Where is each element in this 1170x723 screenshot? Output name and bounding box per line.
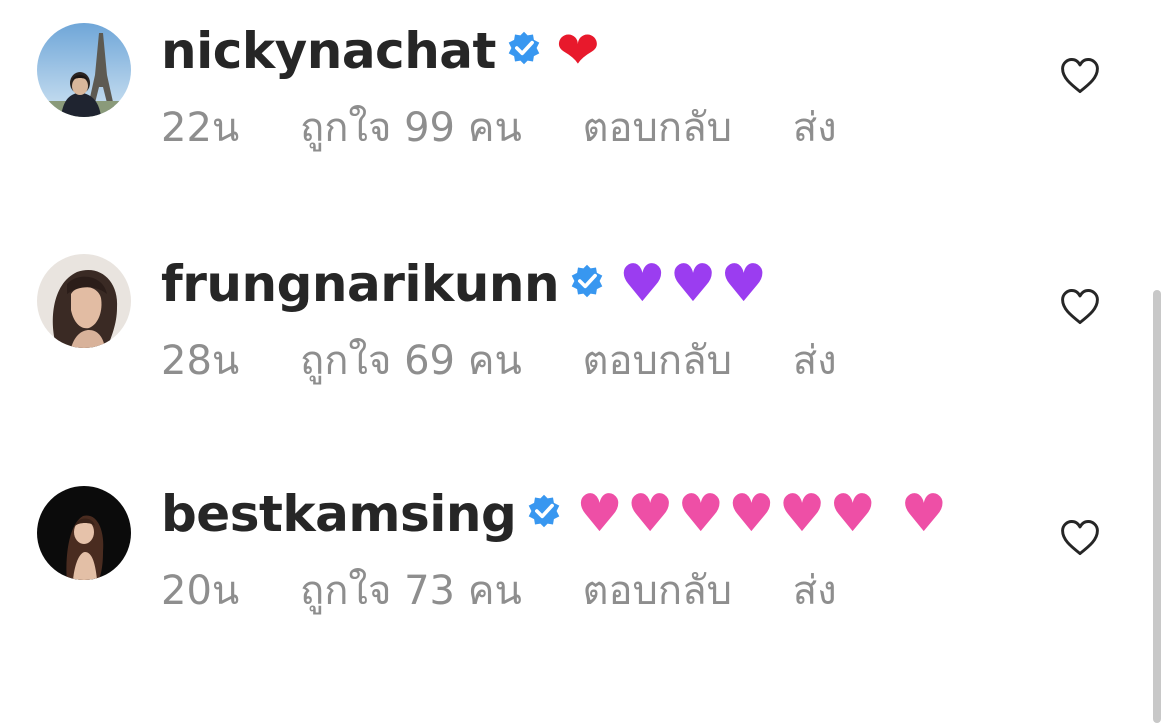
- comment-time: 22น: [161, 105, 240, 151]
- heart-outline-icon[interactable]: [1058, 516, 1102, 560]
- avatar[interactable]: [37, 23, 131, 117]
- purple-heart-icon: ♥♥♥: [619, 254, 771, 314]
- send-button[interactable]: ส่ง: [793, 566, 837, 616]
- likes-count-link[interactable]: ถูกใจ 99 คน: [300, 103, 522, 153]
- comment-text: frungnarikunn ♥♥♥: [161, 254, 1021, 314]
- avatar[interactable]: [37, 254, 131, 348]
- comment-meta: 20น ถูกใจ 73 คน ตอบกลับ ส่ง: [161, 566, 1021, 616]
- username[interactable]: frungnarikunn: [161, 255, 560, 313]
- send-button[interactable]: ส่ง: [793, 103, 837, 153]
- reply-button[interactable]: ตอบกลับ: [583, 103, 733, 153]
- username[interactable]: bestkamsing: [161, 485, 517, 543]
- heart-outline-icon[interactable]: [1058, 54, 1102, 98]
- comment-text: nickynachat ❤: [161, 21, 1021, 81]
- reply-button[interactable]: ตอบกลับ: [583, 566, 733, 616]
- comment-time: 28น: [161, 338, 240, 384]
- verified-badge-icon: [569, 263, 605, 299]
- reply-button[interactable]: ตอบกลับ: [583, 336, 733, 386]
- username[interactable]: nickynachat: [161, 22, 496, 80]
- comment-meta: 28น ถูกใจ 69 คน ตอบกลับ ส่ง: [161, 336, 1021, 386]
- avatar[interactable]: [37, 486, 131, 580]
- heart-outline-icon[interactable]: [1058, 285, 1102, 329]
- likes-count-link[interactable]: ถูกใจ 69 คน: [300, 336, 522, 386]
- comment-meta: 22น ถูกใจ 99 คน ตอบกลับ ส่ง: [161, 103, 1021, 153]
- likes-count-link[interactable]: ถูกใจ 73 คน: [300, 566, 522, 616]
- comment-text: bestkamsing ♥♥♥♥♥♥ ♥: [161, 484, 1021, 544]
- red-heart-icon: ❤: [555, 21, 604, 81]
- verified-badge-icon: [526, 493, 562, 529]
- verified-badge-icon: [506, 30, 542, 66]
- scrollbar[interactable]: [1153, 290, 1161, 723]
- send-button[interactable]: ส่ง: [793, 336, 837, 386]
- growing-heart-icon: ♥♥♥♥♥♥ ♥: [576, 484, 952, 544]
- comment-time: 20น: [161, 568, 240, 614]
